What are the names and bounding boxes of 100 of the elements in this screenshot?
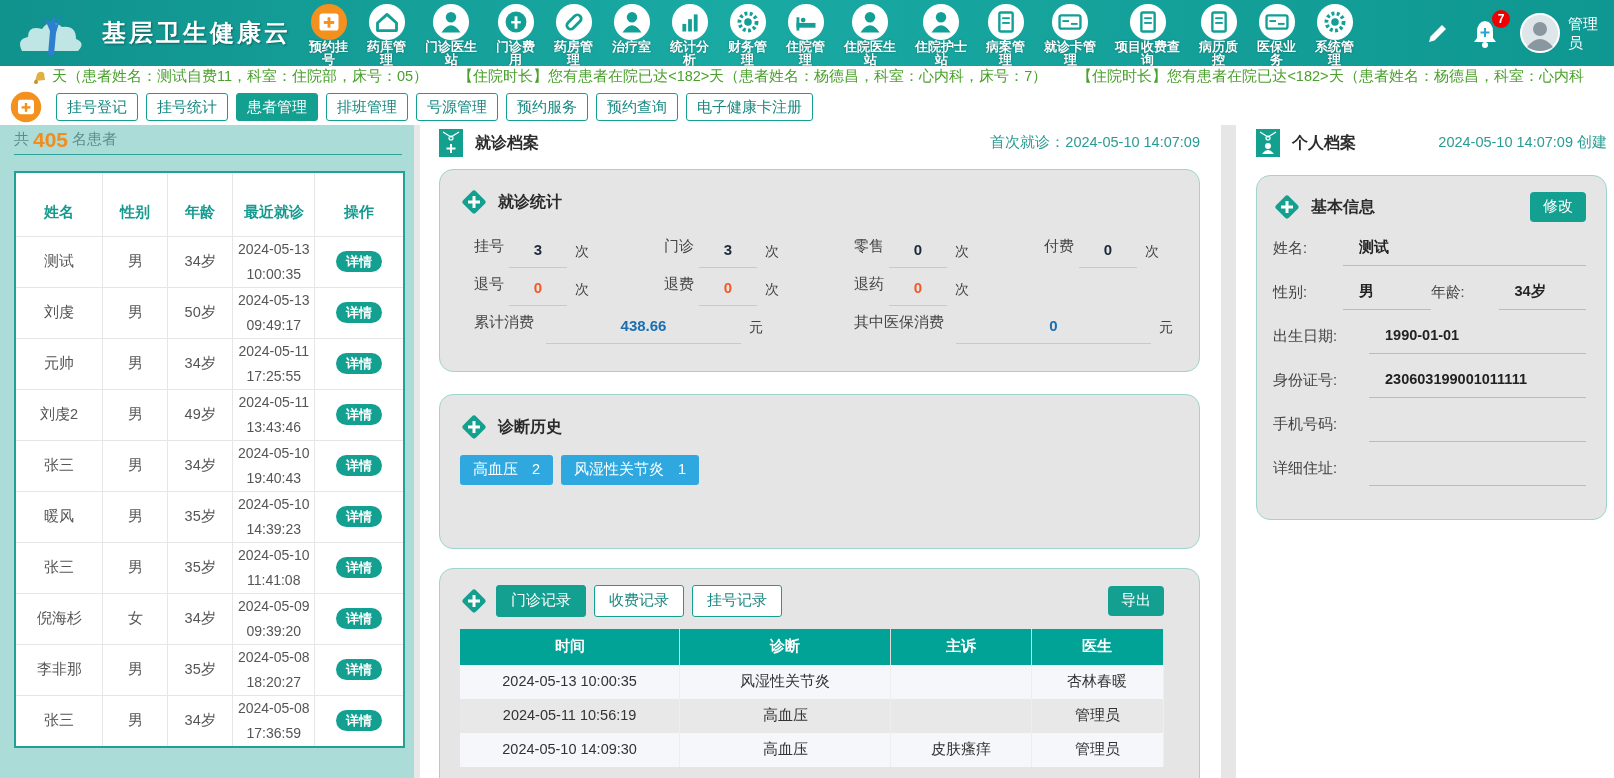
- stat-label: 挂号: [474, 237, 505, 256]
- details-button[interactable]: 详情: [336, 352, 383, 375]
- value-field: 0: [956, 310, 1151, 344]
- details-button[interactable]: 详情: [336, 607, 383, 630]
- tab[interactable]: 排班管理: [326, 92, 408, 121]
- nav-item[interactable]: 住院管理: [786, 3, 825, 68]
- coin-icon: [496, 3, 535, 41]
- calendar-icon: [10, 90, 42, 123]
- value-field: 0: [889, 234, 947, 268]
- stat-label: 零售: [854, 237, 885, 256]
- table-cell: 男: [102, 440, 168, 491]
- table-cell: 34岁: [167, 593, 233, 644]
- table-cell: 张三: [15, 542, 103, 593]
- record-icon: [439, 129, 463, 157]
- nav-item[interactable]: 住院护士站: [915, 3, 967, 68]
- alert-message: 【住院时长】您有患者在院已达<182>天（患者姓名：杨德昌，科室：心内科: [1077, 67, 1584, 87]
- tab[interactable]: 挂号记录: [692, 585, 782, 617]
- bar-chart-icon: [670, 3, 709, 41]
- count-label: 名患者: [72, 129, 118, 150]
- avatar[interactable]: [1520, 13, 1560, 53]
- value-field: 男: [1343, 275, 1431, 310]
- stat-label: 退号: [474, 275, 505, 294]
- table-cell: 2024-05-13 10:00:35: [232, 236, 315, 287]
- nav-item[interactable]: 统计分析: [670, 3, 709, 68]
- bell-icon[interactable]: [1472, 18, 1498, 48]
- nav-item[interactable]: 医保业务: [1257, 3, 1296, 68]
- details-button[interactable]: 详情: [336, 301, 383, 324]
- nav-item[interactable]: 病历质控: [1199, 3, 1238, 68]
- nav-item[interactable]: 门诊医生站: [425, 3, 477, 68]
- stat-label: 其中医保消费: [854, 313, 944, 332]
- table-cell: 杏林春暖: [1031, 664, 1164, 699]
- document-icon: [986, 3, 1025, 41]
- nav-item[interactable]: 财务管理: [728, 3, 767, 68]
- table-cell: 2024-05-10 14:09:30: [460, 732, 680, 767]
- column-header: 性别: [102, 172, 168, 236]
- table-cell: 测试: [15, 236, 103, 287]
- nav-item[interactable]: 住院医生站: [844, 3, 896, 68]
- nav-item[interactable]: 药房管理: [554, 3, 593, 68]
- person-icon: [851, 3, 889, 41]
- tab[interactable]: 挂号统计: [146, 92, 228, 121]
- table-cell: 34岁: [167, 440, 233, 491]
- diagnosis-tag[interactable]: 风湿性关节炎 1: [561, 455, 700, 485]
- tab[interactable]: 号源管理: [416, 92, 498, 121]
- value-field: 测试: [1343, 231, 1586, 266]
- user-name[interactable]: 管理员: [1568, 13, 1600, 53]
- unit-label: 元: [1159, 317, 1173, 337]
- nav-item[interactable]: 药库管理: [367, 3, 406, 68]
- nav-item[interactable]: 预约挂号: [309, 3, 348, 68]
- tab[interactable]: 电子健康卡注册: [686, 92, 813, 121]
- tab[interactable]: 挂号登记: [56, 92, 138, 121]
- export-button[interactable]: 导出: [1108, 586, 1164, 616]
- value-field: 0: [1079, 234, 1137, 268]
- details-button[interactable]: 详情: [336, 454, 383, 477]
- column-header: 姓名: [15, 172, 103, 236]
- value-field: 34岁: [1498, 275, 1586, 310]
- unit-label: 次: [575, 241, 589, 261]
- column-header: 医生: [1031, 628, 1164, 665]
- details-button[interactable]: 详情: [336, 658, 383, 681]
- table-cell: 35岁: [167, 542, 233, 593]
- tab[interactable]: 预约服务: [506, 92, 588, 121]
- nav-item[interactable]: 就诊卡管理: [1044, 3, 1096, 68]
- details-button[interactable]: 详情: [336, 556, 383, 579]
- table-cell: 男: [102, 542, 168, 593]
- table-cell: 高血压: [679, 698, 891, 733]
- tab[interactable]: 患者管理: [236, 92, 318, 121]
- nav-item[interactable]: 项目收费查询: [1115, 3, 1180, 68]
- unit-label: 元: [749, 317, 763, 337]
- tab[interactable]: 收费记录: [594, 585, 684, 617]
- bell-icon: [32, 69, 48, 85]
- value-field: 0: [889, 272, 947, 306]
- bed-icon: [786, 3, 825, 41]
- edit-button[interactable]: 修改: [1530, 192, 1586, 222]
- nav-item[interactable]: 门诊费用: [496, 3, 535, 68]
- value-field: 438.66: [546, 310, 741, 344]
- table-cell: 34岁: [167, 236, 233, 287]
- person-icon: [432, 3, 470, 41]
- column-header: 最近就诊: [232, 172, 315, 236]
- nav-item[interactable]: 病案管理: [986, 3, 1025, 68]
- table-cell: 管理员: [1031, 698, 1164, 733]
- column-header: 年龄: [167, 172, 233, 236]
- nav-item[interactable]: 系统管理: [1315, 3, 1354, 68]
- table-cell: 2024-05-10 11:41:08: [232, 542, 315, 593]
- card-title: 基本信息: [1311, 196, 1375, 217]
- section-meta: 首次就诊：2024-05-10 14:07:09: [990, 133, 1200, 153]
- details-button[interactable]: 详情: [336, 505, 383, 528]
- details-button[interactable]: 详情: [336, 709, 383, 732]
- gear-icon: [728, 3, 767, 41]
- gear-icon: [1315, 3, 1354, 41]
- table-cell: 男: [102, 338, 168, 389]
- diagnosis-tag[interactable]: 高血压 2: [460, 455, 554, 485]
- details-button[interactable]: 详情: [336, 250, 383, 273]
- table-cell: 风湿性关节炎: [679, 664, 891, 699]
- details-button[interactable]: 详情: [336, 403, 383, 426]
- tab[interactable]: 门诊记录: [496, 585, 586, 617]
- alert-message: 【住院时长】您有患者在院已达<182>天（患者姓名：杨德昌，科室：心内科，床号：7）: [458, 67, 1048, 87]
- nav-item[interactable]: 治疗室: [612, 3, 651, 55]
- tab[interactable]: 预约查询: [596, 92, 678, 121]
- value-field: 0: [699, 272, 757, 306]
- column-header: 主诉: [890, 628, 1032, 665]
- table-cell: 50岁: [167, 287, 233, 338]
